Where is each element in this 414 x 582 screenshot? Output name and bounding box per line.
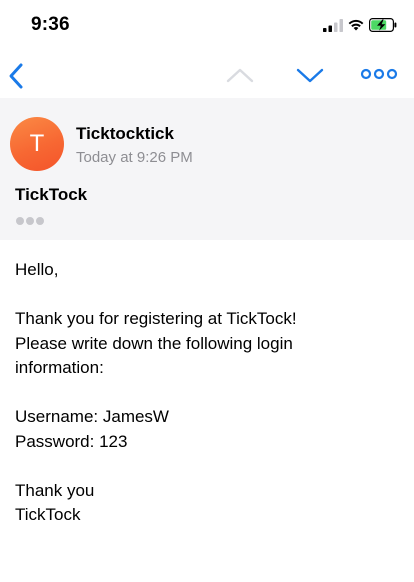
show-details-button[interactable] bbox=[16, 217, 44, 225]
cellular-signal-icon bbox=[323, 19, 343, 32]
status-bar: 9:36 bbox=[0, 0, 414, 50]
sender-avatar[interactable]: T bbox=[10, 117, 64, 171]
body-line bbox=[15, 283, 405, 308]
body-line: Username: JamesW bbox=[15, 407, 169, 426]
mail-message-screen: 9:36 T Ticktocktick Today at 9:26 PM Tic… bbox=[0, 0, 414, 582]
wifi-icon bbox=[348, 19, 364, 31]
body-line: Please write down the following login bbox=[15, 333, 293, 353]
message-subject: TickTock bbox=[15, 185, 88, 204]
sender-name[interactable]: Ticktocktick bbox=[76, 124, 174, 144]
battery-charging-icon bbox=[369, 18, 397, 32]
next-message-button[interactable] bbox=[295, 65, 325, 85]
dot-icon bbox=[26, 217, 34, 225]
more-horizontal-icon bbox=[360, 68, 398, 80]
body-line bbox=[15, 381, 405, 406]
nav-bar bbox=[0, 52, 414, 98]
body-line: Thank you bbox=[15, 480, 95, 500]
status-time: 9:36 bbox=[31, 14, 70, 35]
previous-message-button[interactable] bbox=[225, 65, 255, 85]
body-line: Thank you for registering at TickTock! bbox=[15, 309, 297, 328]
body-line: Hello, bbox=[15, 260, 59, 279]
chevron-down-icon bbox=[296, 68, 324, 83]
dot-icon bbox=[16, 217, 24, 225]
body-line: information: bbox=[15, 358, 104, 377]
message-date: Today at 9:26 PM bbox=[76, 149, 193, 166]
more-actions-button[interactable] bbox=[360, 66, 398, 82]
body-line: TickTock bbox=[15, 505, 81, 524]
back-button[interactable] bbox=[4, 60, 28, 92]
chevron-up-icon bbox=[226, 68, 254, 83]
message-body: Hello, Thank you for registering at Tick… bbox=[15, 258, 405, 528]
body-line bbox=[15, 454, 405, 479]
avatar-letter: T bbox=[29, 130, 45, 157]
chevron-left-icon bbox=[9, 63, 23, 89]
body-line: Password: 123 bbox=[15, 431, 128, 451]
message-header: T Ticktocktick Today at 9:26 PM TickTock bbox=[0, 98, 414, 240]
dot-icon bbox=[36, 217, 44, 225]
